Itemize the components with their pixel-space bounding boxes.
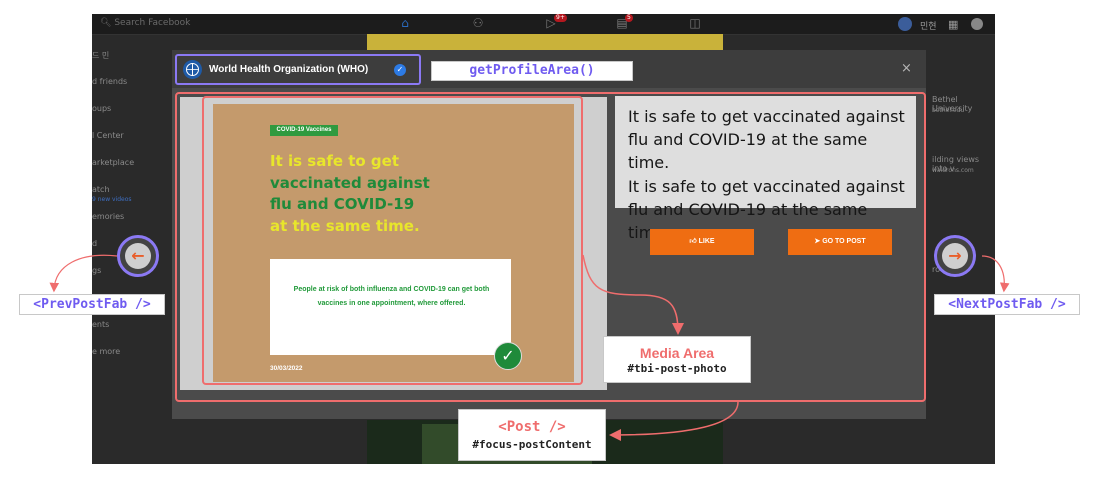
media-area-annotation: Media Area #tbi-post-photo xyxy=(603,336,751,383)
annotation-title: Media Area xyxy=(639,345,715,361)
next-post-fab[interactable]: → xyxy=(934,235,976,277)
post-annotation: <Post /> #focus-postContent xyxy=(458,409,606,461)
annotation-title: <Post /> xyxy=(498,419,566,435)
next-arrow xyxy=(981,255,1010,293)
annotation-id: #tbi-post-photo xyxy=(627,362,727,375)
post-arrow xyxy=(609,401,739,441)
annotation-id: #focus-postContent xyxy=(472,438,592,451)
arrow-right-icon: → xyxy=(942,243,968,269)
next-fab-annotation: <NextPostFab /> xyxy=(934,294,1080,315)
prev-fab-annotation: <PrevPostFab /> xyxy=(19,294,165,315)
arrow-left-icon: ← xyxy=(125,243,151,269)
prev-post-fab[interactable]: ← xyxy=(117,235,159,277)
media-arrow xyxy=(582,254,684,335)
prev-arrow xyxy=(49,254,118,293)
